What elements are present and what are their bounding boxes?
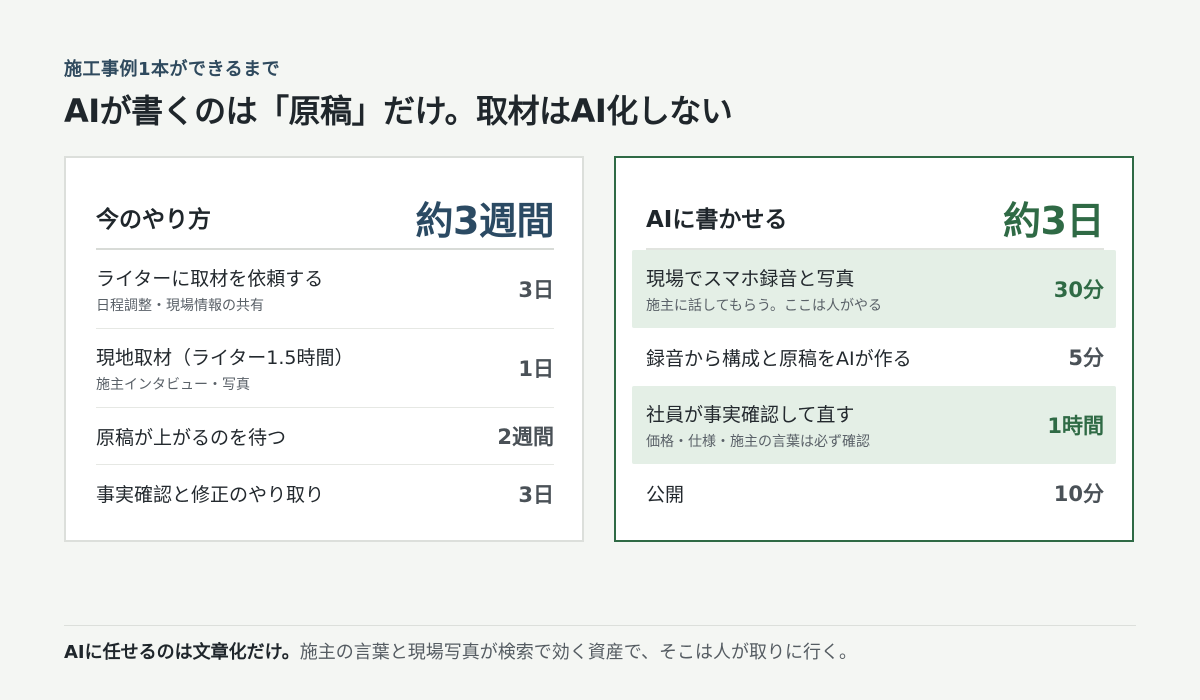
ai-process-total: 約3日 xyxy=(1003,198,1104,243)
step-duration: 3日 xyxy=(518,482,554,507)
current-process-header: 今のやり方 約3週間 xyxy=(96,186,555,250)
page-title: AIが書くのは「原稿」だけ。取材はAI化しない xyxy=(64,92,733,130)
footer-emphasis: AIに任せるのは文章化だけ。 xyxy=(64,642,300,663)
step-row-highlighted: 現場でスマホ録音と写真 施主に話してもらう。ここは人がやる 30分 xyxy=(632,250,1116,328)
step-label: 録音から構成と原稿をAIが作る xyxy=(646,347,912,370)
ai-process-steps: 現場でスマホ録音と写真 施主に話してもらう。ここは人がやる 30分 録音から構成… xyxy=(632,250,1116,522)
ai-process-card: AIに書かせる 約3日 現場でスマホ録音と写真 施主に話してもらう。ここは人がや… xyxy=(614,156,1134,542)
eyebrow-label: 施工事例1本ができるまで xyxy=(64,59,281,80)
step-label: 原稿が上がるのを待つ xyxy=(96,426,287,449)
step-row: 原稿が上がるのを待つ 2週間 xyxy=(96,408,554,465)
step-label: 社員が事実確認して直す xyxy=(646,403,855,426)
step-sub: 施主に話してもらう。ここは人がやる xyxy=(646,297,883,314)
step-label: 現場でスマホ録音と写真 xyxy=(646,267,855,290)
footer-divider xyxy=(64,625,1136,626)
current-process-title: 今のやり方 xyxy=(96,207,211,233)
footer-text: 施主の言葉と現場写真が検索で効く資産で、そこは人が取りに行く。 xyxy=(299,642,858,663)
step-label: ライターに取材を依頼する xyxy=(96,267,324,290)
step-duration: 1時間 xyxy=(1047,414,1104,438)
step-sub: 価格・仕様・施主の言葉は必ず確認 xyxy=(646,433,870,450)
step-duration: 2週間 xyxy=(497,425,554,449)
step-row: 現地取材（ライター1.5時間） 施主インタビュー・写真 1日 xyxy=(96,329,554,408)
current-process-card: 今のやり方 約3週間 ライターに取材を依頼する 日程調整・現場情報の共有 3日 … xyxy=(64,156,584,542)
step-label: 事実確認と修正のやり取り xyxy=(96,484,325,506)
step-row: 事実確認と修正のやり取り 3日 xyxy=(96,465,554,522)
step-sub: 施主インタビュー・写真 xyxy=(96,376,250,393)
step-row-highlighted: 社員が事実確認して直す 価格・仕様・施主の言葉は必ず確認 1時間 xyxy=(632,386,1116,464)
step-duration: 30分 xyxy=(1053,278,1104,302)
footer-note: AIに任せるのは文章化だけ。施主の言葉と現場写真が検索で効く資産で、そこは人が取… xyxy=(64,638,857,664)
step-row: 公開 10分 xyxy=(632,464,1116,522)
step-row: 録音から構成と原稿をAIが作る 5分 xyxy=(632,328,1116,386)
step-label: 公開 xyxy=(646,483,685,506)
step-duration: 10分 xyxy=(1053,482,1104,506)
step-duration: 1日 xyxy=(518,357,554,381)
step-label: 現地取材（ライター1.5時間） xyxy=(96,346,354,369)
step-sub: 日程調整・現場情報の共有 xyxy=(96,297,264,314)
step-duration: 3日 xyxy=(518,278,554,302)
ai-process-header: AIに書かせる 約3日 xyxy=(646,186,1104,250)
current-process-steps: ライターに取材を依頼する 日程調整・現場情報の共有 3日 現地取材（ライター1.… xyxy=(96,250,554,522)
step-row: ライターに取材を依頼する 日程調整・現場情報の共有 3日 xyxy=(96,250,554,329)
ai-process-title: AIに書かせる xyxy=(646,207,788,233)
step-duration: 5分 xyxy=(1068,346,1104,370)
current-process-total: 約3週間 xyxy=(415,198,555,243)
